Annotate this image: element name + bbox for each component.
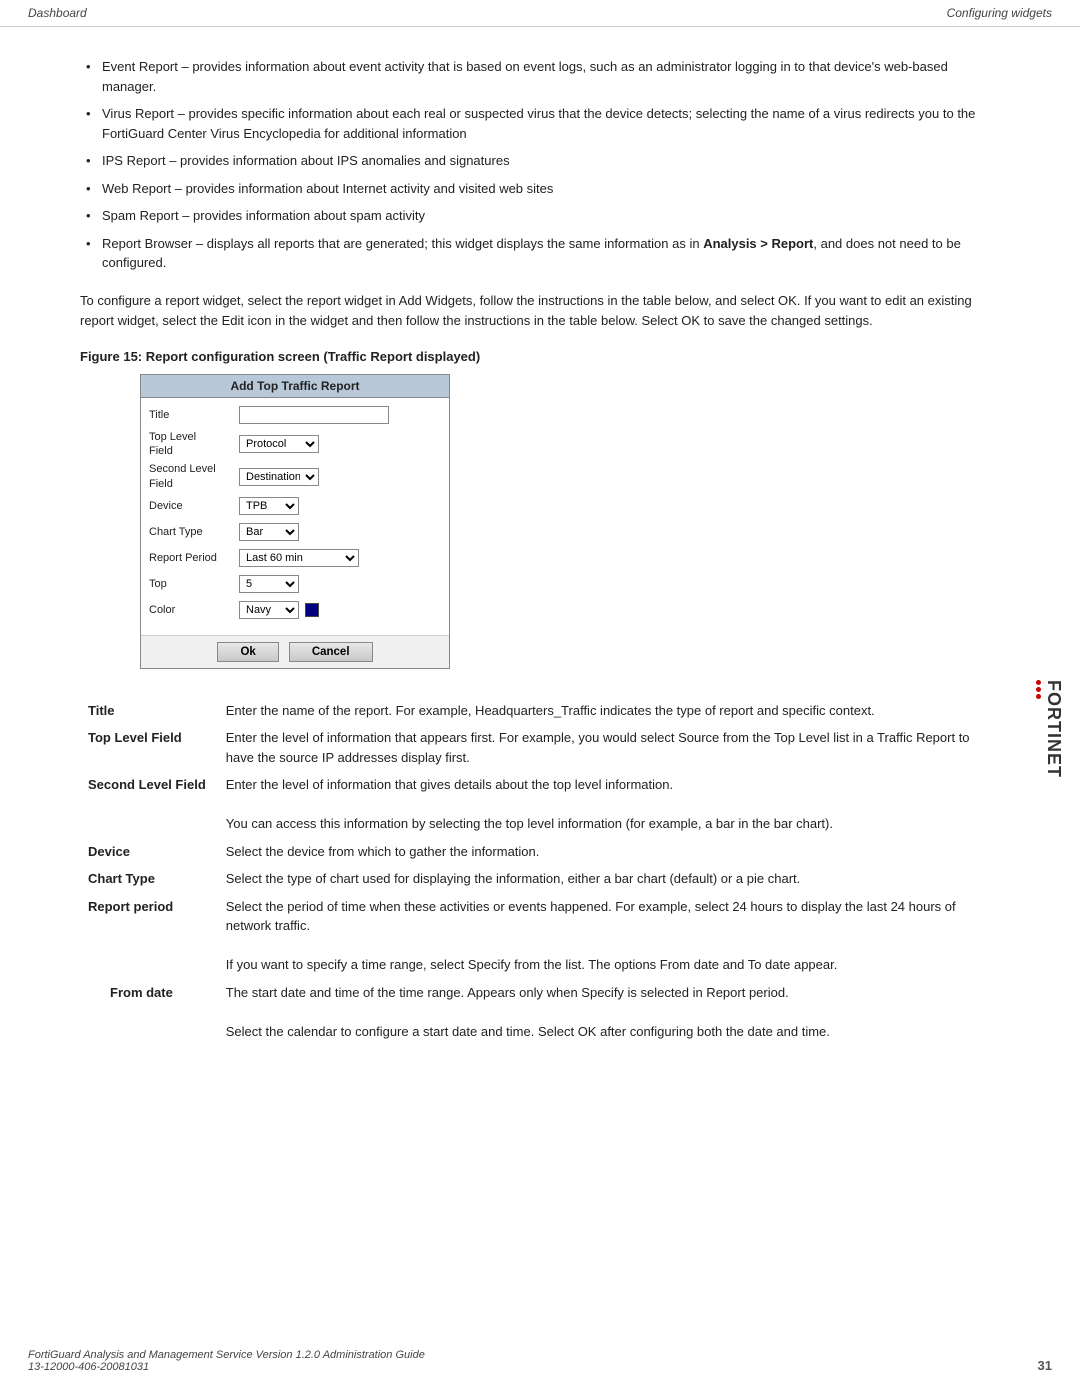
device-select[interactable]: TPB	[239, 497, 299, 515]
top-label: Top	[149, 577, 239, 591]
title-control	[239, 406, 441, 424]
toplevel-control: Protocol	[239, 435, 441, 453]
desc-row-title: Title Enter the name of the report. For …	[80, 697, 1000, 725]
dialog-row-toplevel: Top LevelField Protocol	[149, 430, 441, 459]
main-content: Event Report – provides information abou…	[0, 27, 1080, 1125]
dialog-row-secondlevel: Second LevelField Destination	[149, 462, 441, 491]
list-item: Event Report – provides information abou…	[80, 57, 1000, 96]
def-fromdate: The start date and time of the time rang…	[218, 979, 1000, 1046]
secondlevel-control: Destination	[239, 468, 441, 486]
footer-page-number: 31	[1038, 1358, 1052, 1373]
dialog-footer: Ok Cancel	[141, 635, 449, 668]
term-secondlevel: Second Level Field	[80, 771, 218, 838]
term-reportperiod: Report period	[80, 893, 218, 979]
def-device: Select the device from which to gather t…	[218, 838, 1000, 866]
figure-caption: Figure 15: Report configuration screen (…	[80, 349, 1000, 364]
title-label: Title	[149, 408, 239, 422]
desc-row-device: Device Select the device from which to g…	[80, 838, 1000, 866]
list-item: Virus Report – provides specific informa…	[80, 104, 1000, 143]
header-right: Configuring widgets	[947, 6, 1052, 20]
ok-button[interactable]: Ok	[217, 642, 278, 662]
def-charttype: Select the type of chart used for displa…	[218, 865, 1000, 893]
footer-left: FortiGuard Analysis and Management Servi…	[28, 1349, 425, 1373]
logo-text: FORTINET	[1043, 680, 1064, 778]
desc-row-fromdate: From date The start date and time of the…	[80, 979, 1000, 1046]
def-secondlevel: Enter the level of information that give…	[218, 771, 1000, 838]
page-footer: FortiGuard Analysis and Management Servi…	[0, 1349, 1080, 1373]
dialog-title: Add Top Traffic Report	[141, 375, 449, 398]
logo-dot	[1036, 687, 1041, 692]
def-toplevel: Enter the level of information that appe…	[218, 724, 1000, 771]
top-select[interactable]: 5	[239, 575, 299, 593]
charttype-select[interactable]: Bar	[239, 523, 299, 541]
dialog-wrapper: Add Top Traffic Report Title Top LevelFi…	[140, 374, 1000, 669]
device-label: Device	[149, 499, 239, 513]
header-left: Dashboard	[28, 6, 87, 20]
term-device: Device	[80, 838, 218, 866]
dialog-row-title: Title	[149, 404, 441, 426]
color-swatch	[305, 603, 319, 617]
reportperiod-control: Last 60 min	[239, 549, 441, 567]
toplevel-select[interactable]: Protocol	[239, 435, 319, 453]
color-select[interactable]: Navy	[239, 601, 299, 619]
top-control: 5	[239, 575, 441, 593]
term-charttype: Chart Type	[80, 865, 218, 893]
charttype-label: Chart Type	[149, 525, 239, 539]
logo-dot	[1036, 694, 1041, 699]
intro-paragraph: To configure a report widget, select the…	[80, 291, 1000, 331]
footer-line1: FortiGuard Analysis and Management Servi…	[28, 1349, 425, 1361]
dialog-body: Title Top LevelField Protocol	[141, 398, 449, 635]
secondlevel-label: Second LevelField	[149, 462, 239, 491]
dialog-row-charttype: Chart Type Bar	[149, 521, 441, 543]
logo-dot	[1036, 680, 1041, 685]
toplevel-label: Top LevelField	[149, 430, 239, 459]
reportperiod-label: Report Period	[149, 551, 239, 565]
list-item: IPS Report – provides information about …	[80, 151, 1000, 171]
list-item: Web Report – provides information about …	[80, 179, 1000, 199]
dialog-row-reportperiod: Report Period Last 60 min	[149, 547, 441, 569]
dialog-row-device: Device TPB	[149, 495, 441, 517]
def-reportperiod: Select the period of time when these act…	[218, 893, 1000, 979]
term-fromdate: From date	[80, 979, 218, 1046]
desc-row-secondlevel: Second Level Field Enter the level of in…	[80, 771, 1000, 838]
term-title: Title	[80, 697, 218, 725]
device-control: TPB	[239, 497, 441, 515]
secondlevel-select[interactable]: Destination	[239, 468, 319, 486]
list-item: Spam Report – provides information about…	[80, 206, 1000, 226]
description-table: Title Enter the name of the report. For …	[80, 697, 1000, 1046]
title-input[interactable]	[239, 406, 389, 424]
reportperiod-select[interactable]: Last 60 min	[239, 549, 359, 567]
footer-line2: 13-12000-406-20081031	[28, 1361, 425, 1373]
page-header: Dashboard Configuring widgets	[0, 0, 1080, 27]
fortinet-logo: FORTINET	[1036, 680, 1064, 778]
desc-row-toplevel: Top Level Field Enter the level of infor…	[80, 724, 1000, 771]
term-toplevel: Top Level Field	[80, 724, 218, 771]
color-label: Color	[149, 603, 239, 617]
color-control: Navy	[239, 601, 441, 619]
def-title: Enter the name of the report. For exampl…	[218, 697, 1000, 725]
cancel-button[interactable]: Cancel	[289, 642, 373, 662]
desc-row-reportperiod: Report period Select the period of time …	[80, 893, 1000, 979]
desc-row-charttype: Chart Type Select the type of chart used…	[80, 865, 1000, 893]
charttype-control: Bar	[239, 523, 441, 541]
dialog-row-color: Color Navy	[149, 599, 441, 621]
dialog-row-top: Top 5	[149, 573, 441, 595]
list-item: Report Browser – displays all reports th…	[80, 234, 1000, 273]
bullet-list: Event Report – provides information abou…	[80, 57, 1000, 273]
dialog-box: Add Top Traffic Report Title Top LevelFi…	[140, 374, 450, 669]
